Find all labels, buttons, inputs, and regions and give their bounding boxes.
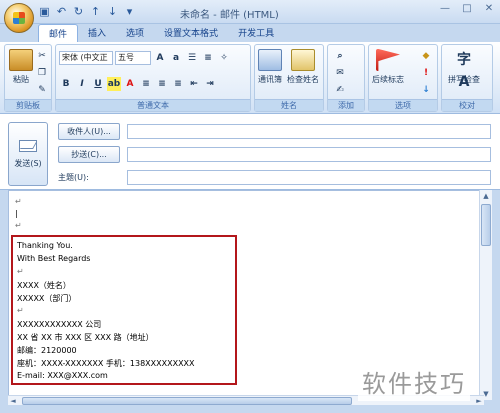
close-button[interactable]: ✕	[478, 0, 500, 18]
check-names-label: 检查姓名	[287, 75, 319, 84]
attach-item-icon[interactable]: ✉	[333, 66, 347, 80]
send-label: 发送(S)	[14, 158, 42, 168]
group-options: 后续标志 ◆ ! ↓ 选项	[368, 44, 438, 112]
copy-icon[interactable]: ❐	[35, 66, 49, 80]
highlight-icon[interactable]: ab	[107, 77, 121, 91]
to-field[interactable]	[127, 124, 491, 139]
paragraph-mark: ↵	[15, 197, 22, 206]
group-label-include: 添加	[328, 99, 364, 111]
shrink-font-icon[interactable]: a	[169, 51, 183, 65]
subject-label: 主题(U):	[58, 173, 89, 182]
undo-icon[interactable]: ↶	[55, 5, 68, 18]
watermark-text: 软件技巧	[358, 362, 470, 401]
paste-button[interactable]: 粘贴	[9, 49, 33, 85]
ribbon-tabs: 邮件 插入 选项 设置文本格式 开发工具	[0, 24, 500, 42]
tab-format-text[interactable]: 设置文本格式	[154, 24, 228, 42]
group-label-clipboard: 剪贴板	[5, 99, 51, 111]
follow-up-button[interactable]: 后续标志	[372, 49, 404, 85]
message-header: 发送(S) 收件人(U)... 抄送(C)... 主题(U):	[0, 114, 500, 190]
scroll-thumb[interactable]	[481, 204, 491, 246]
text-cursor: |	[15, 209, 18, 218]
bold-button[interactable]: B	[59, 77, 73, 91]
flag-icon	[376, 49, 400, 71]
group-proofing: 字A 拼写检查 校对	[441, 44, 493, 112]
hscroll-thumb[interactable]	[22, 397, 352, 405]
redo-icon[interactable]: ↻	[72, 5, 85, 18]
vertical-scrollbar[interactable]: ▲ ▼	[479, 190, 492, 400]
tab-insert[interactable]: 插入	[78, 24, 116, 42]
window-title: 未命名 - 邮件 (HTML)	[180, 10, 279, 21]
subject-field[interactable]	[127, 170, 491, 185]
attach-file-icon[interactable]: ⌕	[333, 49, 347, 63]
grow-font-icon[interactable]: A	[153, 51, 167, 65]
font-color-icon[interactable]: A	[123, 77, 137, 91]
font-name-select[interactable]: 宋体 (中文正	[59, 51, 113, 65]
down-icon[interactable]: ↓	[106, 5, 119, 18]
numbering-icon[interactable]: ≡	[201, 51, 215, 65]
increase-indent-icon[interactable]: ⇥	[203, 77, 217, 91]
categorize-icon[interactable]: ◆	[419, 49, 433, 63]
check-names-button[interactable]: 检查姓名	[287, 49, 319, 85]
check-names-icon	[291, 49, 315, 71]
low-importance-icon[interactable]: ↓	[419, 83, 433, 97]
format-painter-icon[interactable]: ✎	[35, 83, 49, 97]
office-button[interactable]	[4, 3, 34, 33]
group-clipboard: 粘贴 ✂ ❐ ✎ 剪贴板	[4, 44, 52, 112]
decrease-indent-icon[interactable]: ⇤	[187, 77, 201, 91]
follow-up-label: 后续标志	[372, 75, 404, 84]
save-icon[interactable]: ▣	[38, 5, 51, 18]
address-book-button[interactable]: 通讯簿	[258, 49, 282, 85]
scroll-up-icon[interactable]: ▲	[480, 190, 492, 202]
high-importance-icon[interactable]: !	[419, 66, 433, 80]
cc-field[interactable]	[127, 147, 491, 162]
group-label-options: 选项	[369, 99, 437, 111]
address-book-label: 通讯簿	[258, 75, 282, 84]
scroll-right-icon[interactable]: ►	[474, 396, 484, 406]
italic-button[interactable]: I	[75, 77, 89, 91]
align-center-icon[interactable]: ≡	[155, 77, 169, 91]
title-bar: ▣ ↶ ↻ ↑ ↓ ▾ 未命名 - 邮件 (HTML) — □ ✕	[0, 0, 500, 33]
customize-icon[interactable]: ▾	[123, 5, 136, 18]
clear-format-icon[interactable]: ✧	[217, 51, 231, 65]
minimize-button[interactable]: —	[434, 0, 456, 18]
font-size-select[interactable]: 五号	[115, 51, 151, 65]
to-button[interactable]: 收件人(U)...	[58, 123, 120, 140]
up-icon[interactable]: ↑	[89, 5, 102, 18]
address-book-icon	[258, 49, 282, 71]
spelling-icon: 字A	[457, 52, 471, 90]
paste-label: 粘贴	[13, 75, 29, 84]
group-basic-text: 宋体 (中文正 五号 A a ☰ ≡ ✧ B I U ab A ≡ ≡ ≡ ⇤ …	[55, 44, 251, 112]
send-button[interactable]: 发送(S)	[8, 122, 48, 186]
cc-button[interactable]: 抄送(C)...	[58, 146, 120, 163]
paragraph-mark: ↵	[15, 221, 22, 230]
send-icon	[19, 139, 37, 152]
spelling-button[interactable]: 字A 拼写检查	[448, 49, 480, 90]
spelling-label: 拼写检查	[448, 75, 480, 84]
align-left-icon[interactable]: ≡	[139, 77, 153, 91]
cut-icon[interactable]: ✂	[35, 49, 49, 63]
window-controls: — □ ✕	[434, 0, 500, 18]
bullets-icon[interactable]: ☰	[185, 51, 199, 65]
tab-mail[interactable]: 邮件	[38, 24, 79, 42]
group-include: ⌕ ✉ ✍ 添加	[327, 44, 365, 112]
ribbon: 粘贴 ✂ ❐ ✎ 剪贴板 宋体 (中文正 五号 A a ☰ ≡ ✧ B I U …	[0, 42, 500, 114]
group-label-proofing: 校对	[442, 99, 492, 111]
signature-icon[interactable]: ✍	[333, 83, 347, 97]
tab-developer[interactable]: 开发工具	[228, 24, 284, 42]
quick-access-toolbar: ▣ ↶ ↻ ↑ ↓ ▾	[38, 5, 136, 18]
align-right-icon[interactable]: ≡	[171, 77, 185, 91]
underline-button[interactable]: U	[91, 77, 105, 91]
paste-icon	[9, 49, 33, 71]
tab-options[interactable]: 选项	[116, 24, 154, 42]
maximize-button[interactable]: □	[456, 0, 478, 18]
group-label-basic-text: 普通文本	[56, 99, 250, 111]
group-label-names: 姓名	[255, 99, 323, 111]
signature-highlight-box	[11, 235, 237, 385]
group-names: 通讯簿 检查姓名 姓名	[254, 44, 324, 112]
scroll-left-icon[interactable]: ◄	[8, 396, 18, 406]
